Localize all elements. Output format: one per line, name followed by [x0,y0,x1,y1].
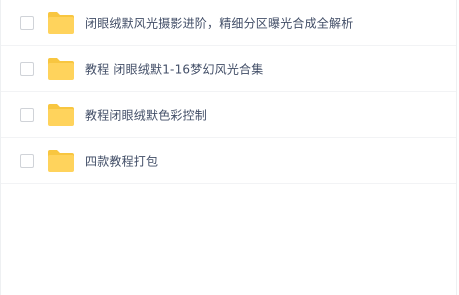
folder-icon [47,11,75,35]
file-name[interactable]: 闭眼绒默风光摄影进阶，精细分区曝光合成全解析 [85,14,353,31]
file-name[interactable]: 教程 闭眼绒默1-16梦幻风光合集 [85,60,263,77]
list-item[interactable]: 四款教程打包 [1,138,456,184]
file-name[interactable]: 教程闭眼绒默色彩控制 [85,106,207,123]
folder-icon [47,149,75,173]
select-checkbox[interactable] [20,107,34,122]
list-item[interactable]: 教程 闭眼绒默1-16梦幻风光合集 [1,46,456,92]
select-checkbox[interactable] [20,153,34,168]
select-checkbox[interactable] [20,61,34,76]
file-name[interactable]: 四款教程打包 [85,152,158,169]
file-list: 闭眼绒默风光摄影进阶，精细分区曝光合成全解析 教程 闭眼绒默1-16梦幻风光合集… [1,0,456,184]
folder-icon [47,57,75,81]
list-item[interactable]: 闭眼绒默风光摄影进阶，精细分区曝光合成全解析 [1,0,456,46]
file-list-panel: 闭眼绒默风光摄影进阶，精细分区曝光合成全解析 教程 闭眼绒默1-16梦幻风光合集… [0,0,457,295]
select-checkbox[interactable] [20,15,34,30]
folder-icon [47,103,75,127]
list-item[interactable]: 教程闭眼绒默色彩控制 [1,92,456,138]
